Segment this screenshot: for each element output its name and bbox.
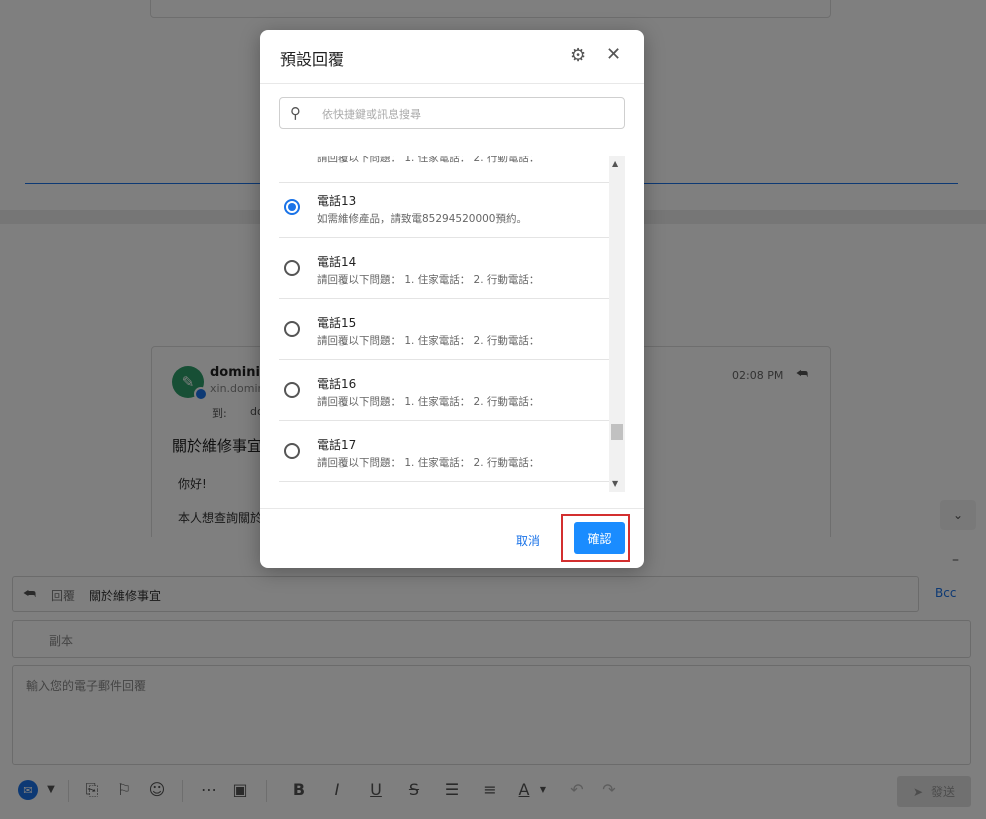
list-item[interactable]: 電話16 請回覆以下問題： 1. 住家電話： 2. 行動電話：: [279, 360, 609, 421]
list-item[interactable]: 電話15 請回覆以下問題： 1. 住家電話： 2. 行動電話：: [279, 299, 609, 360]
dialog-divider: [260, 83, 644, 84]
list-item[interactable]: 電話17 請回覆以下問題： 1. 住家電話： 2. 行動電話：: [279, 421, 609, 482]
cancel-button[interactable]: 取消: [516, 532, 540, 549]
list-item-title: 電話15: [317, 316, 357, 330]
list-item-description: 如需維修產品，請致電85294520000預約。: [317, 213, 527, 225]
list-item-description: 請回覆以下問題： 1. 住家電話： 2. 行動電話：: [317, 274, 540, 286]
list-item[interactable]: 電話14 請回覆以下問題： 1. 住家電話： 2. 行動電話：: [279, 238, 609, 299]
close-icon[interactable]: ✕: [606, 44, 621, 65]
search-input[interactable]: ⚲ 依快捷鍵或訊息搜尋: [279, 97, 625, 129]
radio-button[interactable]: [284, 321, 300, 337]
gear-icon[interactable]: ⚙: [570, 45, 586, 66]
list-item-description: 請回覆以下問題： 1. 住家電話： 2. 行動電話：: [317, 335, 540, 347]
scroll-down-icon[interactable]: ▼: [612, 479, 618, 488]
list-item[interactable]: 電話13 如需維修產品，請致電85294520000預約。: [279, 177, 609, 238]
radio-button[interactable]: [284, 443, 300, 459]
list-item-title: 電話13: [317, 194, 357, 208]
list-item-description: 請回覆以下問題： 1. 住家電話： 2. 行動電話：: [317, 156, 540, 164]
scroll-up-icon[interactable]: ▲: [612, 159, 618, 168]
radio-button[interactable]: [284, 382, 300, 398]
radio-selected[interactable]: [284, 199, 300, 215]
list-item-description: 請回覆以下問題： 1. 住家電話： 2. 行動電話：: [317, 396, 540, 408]
scrollbar-thumb[interactable]: [611, 424, 623, 440]
list-item-title: 電話17: [317, 438, 357, 452]
list-item-title: 電話16: [317, 377, 357, 391]
list-item-description: 請回覆以下問題： 1. 住家電話： 2. 行動電話：: [317, 457, 540, 469]
response-list: 請回覆以下問題： 1. 住家電話： 2. 行動電話： 電話13 如需維修產品，請…: [279, 156, 609, 492]
confirm-button[interactable]: 確認: [574, 522, 625, 554]
list-scrollbar[interactable]: ▲ ▼: [609, 156, 625, 492]
search-placeholder: 依快捷鍵或訊息搜尋: [322, 108, 421, 121]
list-item-title: 電話14: [317, 255, 357, 269]
radio-button[interactable]: [284, 260, 300, 276]
canned-response-dialog: 預設回覆 ⚙ ✕ ⚲ 依快捷鍵或訊息搜尋 請回覆以下問題： 1. 住家電話： 2…: [260, 30, 644, 568]
dialog-footer-divider: [260, 508, 644, 509]
dialog-title: 預設回覆: [280, 50, 345, 69]
search-icon: ⚲: [290, 104, 301, 122]
